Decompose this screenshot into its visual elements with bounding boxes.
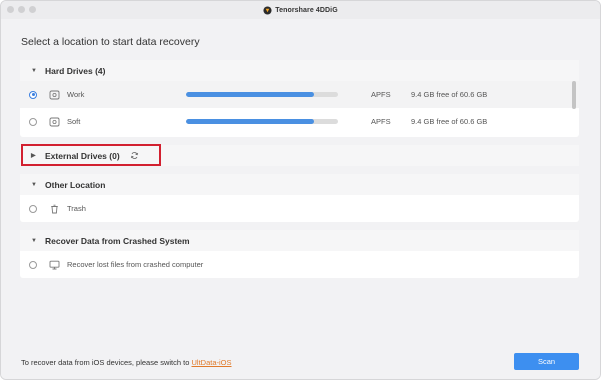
trash-row[interactable]: Trash xyxy=(20,195,579,222)
drive-label: Soft xyxy=(67,117,81,126)
crashed-recovery-row[interactable]: Recover lost files from crashed computer xyxy=(20,251,579,278)
hard-drives-section: ▼ Hard Drives (4) Work APFS 9.4 GB free … xyxy=(20,60,579,137)
highlight-box xyxy=(21,144,161,166)
crashed-recovery-radio[interactable] xyxy=(29,260,37,269)
monitor-icon xyxy=(49,260,60,270)
drive-filesystem: APFS xyxy=(371,90,391,99)
ultdata-ios-link[interactable]: UltData-iOS xyxy=(192,358,232,367)
drive-free-space: 9.4 GB free of 60.6 GB xyxy=(411,117,488,126)
trash-icon xyxy=(49,204,60,214)
other-location-header[interactable]: ▼ Other Location xyxy=(20,174,579,195)
window-controls xyxy=(7,6,36,13)
app-window: Tenorshare 4DDiG Select a location to st… xyxy=(0,0,601,380)
trash-label: Trash xyxy=(67,204,86,213)
drive-usage-fill xyxy=(186,92,315,97)
caret-down-icon: ▼ xyxy=(31,237,37,244)
page-title: Select a location to start data recovery xyxy=(21,36,200,48)
footer-text: To recover data from iOS devices, please… xyxy=(21,358,232,367)
caret-down-icon: ▼ xyxy=(31,181,37,188)
hard-drive-icon xyxy=(49,117,60,127)
drive-usage-fill xyxy=(186,119,315,124)
scan-button[interactable]: Scan xyxy=(514,353,579,370)
minimize-window-button[interactable] xyxy=(18,6,25,13)
title-bar: Tenorshare 4DDiG xyxy=(1,1,600,19)
hard-drives-header[interactable]: ▼ Hard Drives (4) xyxy=(20,60,579,81)
app-logo-icon xyxy=(263,5,272,15)
maximize-window-button[interactable] xyxy=(29,6,36,13)
drives-scrollbar[interactable] xyxy=(572,81,576,109)
hard-drives-title: Hard Drives (4) xyxy=(45,65,106,76)
drive-usage-bar xyxy=(186,119,338,124)
footer-message: To recover data from iOS devices, please… xyxy=(21,358,192,367)
window-title: Tenorshare 4DDiG xyxy=(275,6,338,14)
drive-free-space: 9.4 GB free of 60.6 GB xyxy=(411,90,488,99)
drive-usage-bar xyxy=(186,92,338,97)
drive-row-soft[interactable]: Soft APFS 9.4 GB free of 60.6 GB xyxy=(20,108,579,135)
crashed-system-section: ▼ Recover Data from Crashed System Recov… xyxy=(20,230,579,278)
footer: To recover data from iOS devices, please… xyxy=(1,341,600,379)
drive-soft-radio[interactable] xyxy=(29,117,37,126)
hard-drive-icon xyxy=(49,90,60,100)
other-location-section: ▼ Other Location Trash xyxy=(20,174,579,222)
drive-filesystem: APFS xyxy=(371,117,391,126)
caret-down-icon: ▼ xyxy=(31,67,37,74)
drive-label: Work xyxy=(67,90,85,99)
crashed-system-title: Recover Data from Crashed System xyxy=(45,235,190,246)
crashed-system-header[interactable]: ▼ Recover Data from Crashed System xyxy=(20,230,579,251)
drive-row-work[interactable]: Work APFS 9.4 GB free of 60.6 GB xyxy=(20,81,579,108)
other-location-title: Other Location xyxy=(45,179,106,190)
crashed-recovery-label: Recover lost files from crashed computer xyxy=(67,260,204,269)
trash-radio[interactable] xyxy=(29,204,37,213)
drive-work-radio[interactable] xyxy=(29,90,37,99)
close-window-button[interactable] xyxy=(7,6,14,13)
